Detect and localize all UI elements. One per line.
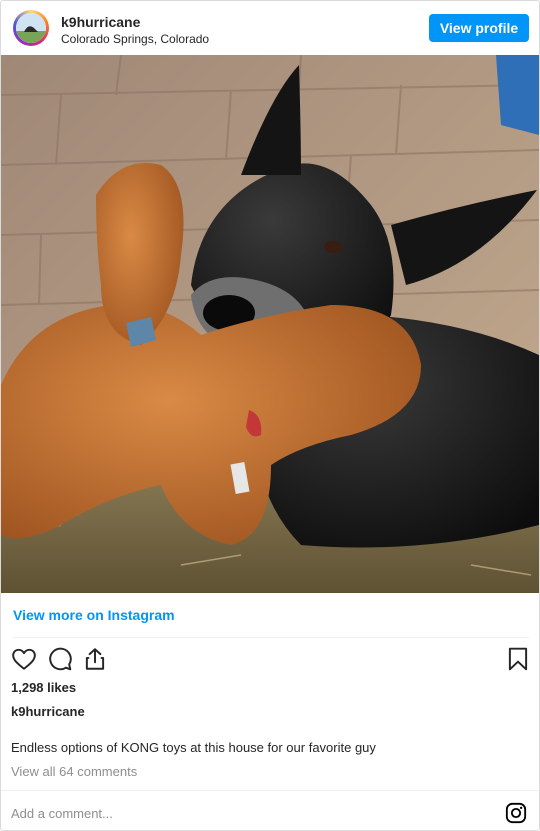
instagram-embed-card: k9hurricane Colorado Springs, Colorado V… [0, 0, 540, 831]
add-comment-input[interactable]: Add a comment... [11, 806, 113, 821]
share-icon[interactable] [82, 646, 108, 672]
post-header: k9hurricane Colorado Springs, Colorado V… [1, 1, 539, 55]
divider [13, 637, 529, 638]
view-more-link[interactable]: View more on Instagram [13, 607, 175, 623]
likes-count[interactable]: 1,298 likes [11, 680, 76, 695]
heart-icon[interactable] [11, 646, 37, 672]
instagram-icon[interactable] [505, 802, 527, 824]
caption-username[interactable]: k9hurricane [11, 704, 85, 719]
username[interactable]: k9hurricane [61, 14, 140, 30]
avatar-image [16, 13, 46, 43]
location[interactable]: Colorado Springs, Colorado [61, 32, 209, 46]
post-image[interactable] [1, 55, 539, 593]
comment-icon[interactable] [47, 646, 73, 672]
view-profile-button[interactable]: View profile [429, 14, 529, 42]
avatar[interactable] [13, 10, 49, 46]
caption-text: Endless options of KONG toys at this hou… [11, 740, 376, 755]
footer-divider [1, 790, 539, 791]
view-comments-link[interactable]: View all 64 comments [11, 764, 137, 779]
bookmark-icon[interactable] [505, 646, 531, 672]
